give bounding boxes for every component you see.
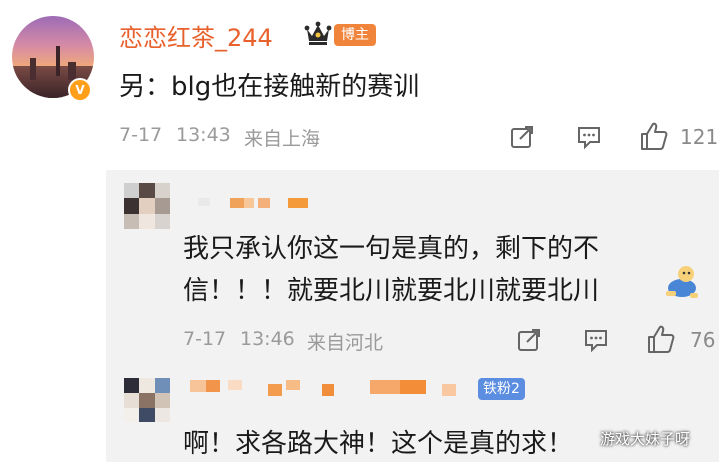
role-badge: 博主 <box>334 24 376 46</box>
like-count: 121 <box>680 125 719 149</box>
post-time: 13:43 <box>176 124 231 146</box>
reply-like-count: 76 <box>690 328 716 352</box>
comment-icon[interactable] <box>576 124 602 150</box>
reply-like-icon[interactable] <box>645 323 677 355</box>
reply-share-icon[interactable] <box>516 327 542 353</box>
reply-date: 7-17 <box>183 328 227 350</box>
reply-time: 13:46 <box>240 328 295 350</box>
reply-source: 来自河北 <box>307 332 384 354</box>
post-date: 7-17 <box>119 124 163 146</box>
reply-username-pixelated <box>184 194 314 212</box>
post-source: 来自上海 <box>244 128 321 150</box>
watermark: 游戏大妹子呀 <box>600 430 691 448</box>
like-icon[interactable] <box>638 120 670 152</box>
reply2-username-pixelated <box>184 378 474 404</box>
reply-avatar-pixelated <box>124 183 170 229</box>
cartoon-emoji-icon <box>666 266 698 298</box>
username[interactable]: 恋恋红茶_244 <box>119 18 273 53</box>
reply-text-line2: 信！！！就要北川就要北川就要北川 <box>183 276 600 306</box>
reply-comment-icon[interactable] <box>583 327 609 353</box>
reply2-avatar-pixelated <box>124 378 170 422</box>
share-icon[interactable] <box>509 124 535 150</box>
reply-section <box>106 170 719 462</box>
reply-text-line1: 我只承认你这一句是真的，剩下的不 <box>183 234 600 264</box>
fan-badge: 铁粉2 <box>478 378 525 400</box>
verified-icon: V <box>68 78 92 102</box>
reply2-text: 啊！求各路大神！这个是真的求！ <box>183 429 574 459</box>
crown-icon <box>304 21 332 45</box>
post-text: 另：blg也在接触新的赛训 <box>119 72 420 102</box>
